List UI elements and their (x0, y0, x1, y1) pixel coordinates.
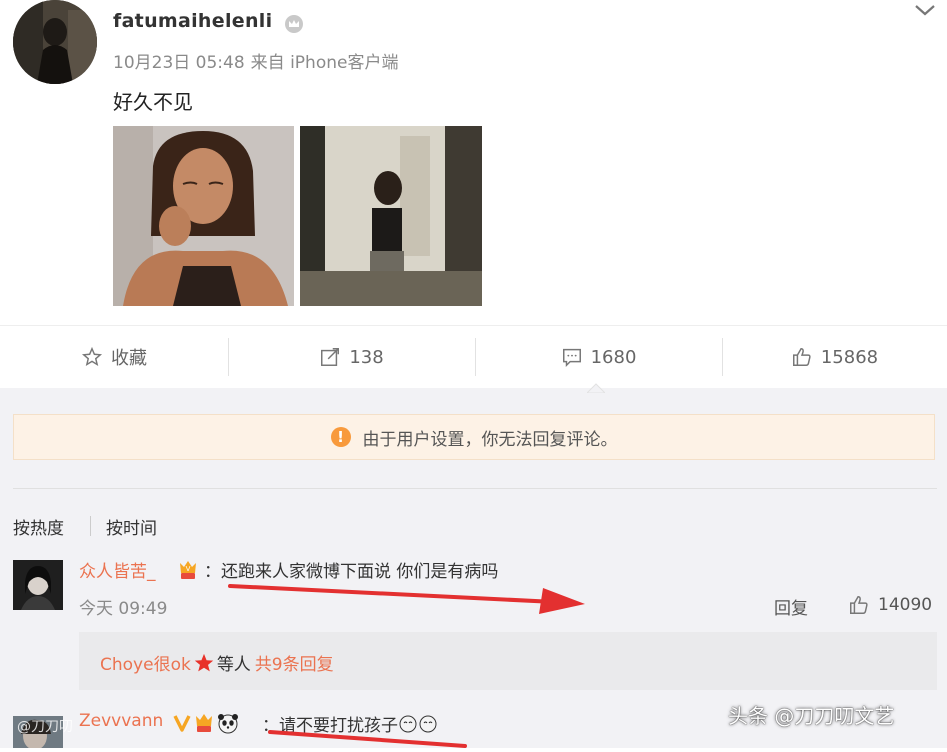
divider (90, 516, 91, 536)
comment-username[interactable]: 众人皆苦_ (79, 557, 156, 582)
red-star-icon (194, 653, 213, 671)
sort-by-hot-tab[interactable]: 按热度 (13, 514, 64, 539)
svg-text:V: V (186, 565, 191, 573)
action-bar: 收藏 138 1680 15868 (0, 325, 947, 389)
comment-like-button[interactable]: 14090 (848, 594, 932, 616)
reply-summary[interactable]: Choye很ok 等人 共9条回复 (100, 650, 334, 675)
post-username[interactable]: fatumaihelenli (113, 10, 272, 32)
red-arrow-annotation (265, 728, 485, 748)
post-image-1[interactable] (113, 126, 294, 306)
caret-indicator (585, 378, 607, 394)
panda-emoji-icon (218, 714, 238, 734)
repost-icon (321, 348, 340, 366)
post-text: 好久不见 (113, 90, 193, 114)
red-arrow-annotation (225, 578, 595, 618)
reply-summary-count[interactable]: 共9条回复 (255, 650, 334, 675)
comment-icon (562, 348, 581, 368)
divider (13, 488, 937, 489)
comment-separator: ： (204, 562, 221, 582)
notice-text: 由于用户设置，你无法回复评论。 (362, 429, 618, 450)
verified-icon (173, 715, 191, 732)
like-button[interactable]: 15868 (722, 326, 947, 388)
comment-time: 今天 09:49 (79, 599, 168, 619)
comment-username[interactable]: Zevvvann (79, 711, 163, 731)
repost-count: 138 (349, 346, 384, 368)
favorite-button[interactable]: 收藏 (0, 326, 228, 388)
reply-summary-others: 等人 (216, 655, 251, 675)
comment-avatar[interactable] (13, 560, 63, 610)
favorite-label: 收藏 (111, 348, 147, 369)
post-source: 来自 iPhone客户端 (250, 53, 399, 73)
reply-disabled-notice: ! 由于用户设置，你无法回复评论。 (13, 414, 935, 460)
post-date[interactable]: 10月23日 05:48 (113, 53, 245, 73)
fan-badge-icon (196, 714, 212, 732)
post-meta: 10月23日 05:48 来自 iPhone客户端 (113, 48, 404, 73)
reply-button[interactable]: 回复 (774, 594, 808, 619)
repost-button[interactable]: 138 (228, 326, 475, 388)
user-badges (172, 712, 240, 734)
crown-icon (284, 14, 304, 34)
post-image-2[interactable] (300, 126, 482, 306)
like-count: 15868 (820, 346, 879, 368)
warning-icon: ! (330, 427, 351, 447)
fan-badge-icon: V (176, 559, 200, 581)
watermark-small: @刀刀叨 (17, 719, 73, 735)
comment-count: 1680 (590, 346, 637, 368)
thumbs-up-icon (850, 596, 868, 614)
user-avatar[interactable] (13, 0, 97, 84)
star-icon (81, 346, 103, 367)
reply-summary-user[interactable]: Choye很ok (100, 650, 191, 675)
sort-by-time-tab[interactable]: 按时间 (106, 514, 157, 539)
thumbs-up-icon (792, 348, 811, 366)
chevron-down-icon[interactable] (914, 2, 936, 16)
comment-like-count: 14090 (878, 595, 933, 615)
watermark: 头条 @刀刀叨文艺 (728, 704, 895, 728)
